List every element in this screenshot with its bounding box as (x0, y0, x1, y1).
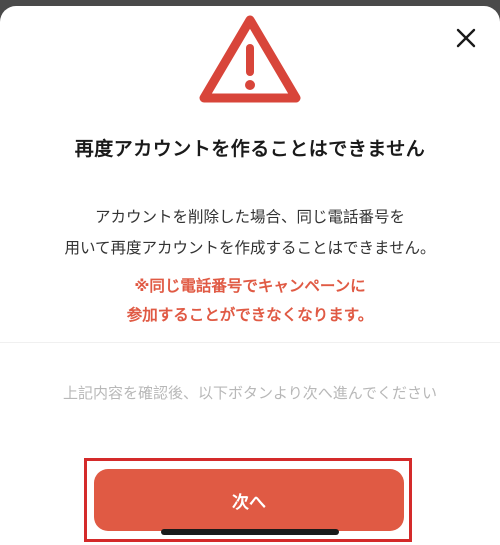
warning-triangle-icon (199, 15, 301, 103)
close-icon (456, 28, 476, 48)
close-button[interactable] (450, 22, 482, 54)
warning-notice: ※同じ電話番号でキャンペーンに 参加することができなくなります。 (0, 272, 500, 330)
description-line-2: 用いて再度アカウントを作成することはできません。 (64, 239, 436, 257)
notice-line-1: ※同じ電話番号でキャンペーンに (134, 277, 366, 295)
home-indicator (161, 529, 339, 535)
divider (0, 342, 500, 343)
notice-line-2: 参加することができなくなります。 (126, 306, 374, 324)
next-button[interactable]: 次へ (94, 469, 404, 531)
modal-sheet: 再度アカウントを作ることはできません アカウントを削除した場合、同じ電話番号を … (0, 6, 500, 545)
description-text: アカウントを削除した場合、同じ電話番号を 用いて再度アカウントを作成することはで… (0, 202, 500, 264)
modal-title: 再度アカウントを作ることはできません (74, 138, 426, 160)
description-line-1: アカウントを削除した場合、同じ電話番号を (94, 208, 405, 226)
instruction-text: 上記内容を確認後、以下ボタンより次へ進んでください (63, 384, 437, 402)
